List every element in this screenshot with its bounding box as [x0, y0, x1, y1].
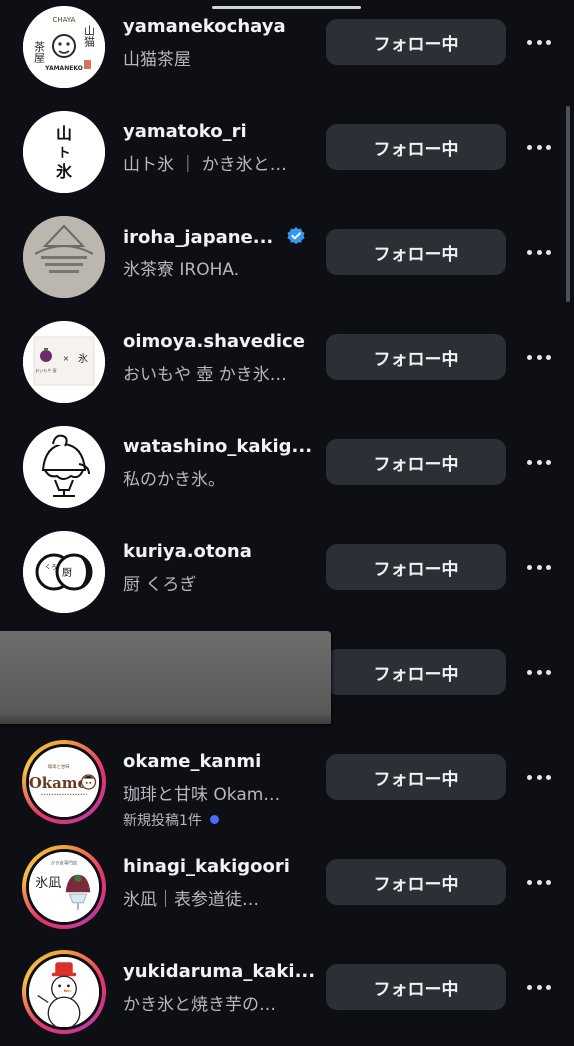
kuriya-logo-icon: くろ 厨: [23, 531, 105, 613]
logo-kanji: 厨: [62, 567, 72, 579]
following-button[interactable]: フォロー中: [326, 229, 506, 275]
username[interactable]: okame_kanmi: [123, 751, 261, 772]
yamatokori-logo-icon: 山 ト 氷: [23, 111, 105, 193]
avatar-with-story-ring[interactable]: [18, 946, 110, 1038]
avatar[interactable]: [23, 426, 105, 508]
logo-kanji: 氷: [78, 352, 88, 365]
avatar[interactable]: くろ 厨: [23, 531, 105, 613]
display-name: 珈琲と甘味 Okam…: [123, 785, 281, 805]
logo-mark: ×: [63, 354, 70, 363]
svg-text:くろ: くろ: [45, 564, 57, 571]
list-item[interactable]: かき氷専門店 氷凪 hinagi_kakigoori 氷凪｜表参道徒… フォロー…: [0, 836, 574, 941]
username[interactable]: yamatoko_ri: [123, 121, 247, 142]
following-button[interactable]: フォロー中: [326, 439, 506, 485]
following-button[interactable]: フォロー中: [326, 544, 506, 590]
hinagi-logo-icon: かき氷専門店 氷凪: [29, 852, 99, 922]
oimoya-logo-icon: おいもや 壺 × 氷: [23, 321, 105, 403]
display-name: 厨 くろぎ: [123, 575, 197, 595]
more-options-icon[interactable]: [524, 765, 554, 789]
iroha-logo-icon: [23, 216, 105, 298]
yamanekochaya-logo-icon: CHAYA 茶屋 山猫 YAMANEKO: [23, 6, 105, 88]
kakigori-illustration-icon: [23, 426, 105, 508]
username[interactable]: oimoya.shavedice: [123, 331, 305, 352]
logo-kanji: 氷凪: [35, 875, 61, 891]
following-list: CHAYA 茶屋 山猫 YAMANEKO yamanekochaya 山猫茶屋 …: [0, 0, 574, 1034]
display-name: 山ト氷 ｜ かき氷と…: [123, 155, 287, 175]
display-name: 氷凪｜表参道徒…: [123, 890, 259, 910]
list-item[interactable]: 山 ト 氷 yamatoko_ri 山ト氷 ｜ かき氷と… フォロー中: [0, 101, 574, 206]
avatar[interactable]: [23, 216, 105, 298]
more-options-icon[interactable]: [524, 450, 554, 474]
username-text[interactable]: iroha_japane...: [123, 227, 273, 248]
logo-bottom-text: YAMANEKO: [44, 65, 83, 72]
username[interactable]: watashino_kakig...: [123, 436, 312, 457]
scrollbar[interactable]: [566, 106, 570, 302]
avatar-with-story-ring[interactable]: かき氷専門店 氷凪: [18, 841, 110, 933]
list-item[interactable]: おいもや 壺 × 氷 oimoya.shavedice おいもや 壺 かき氷… …: [0, 311, 574, 416]
logo-arc-text: CHAYA: [53, 16, 76, 24]
logo-line1: 山: [56, 124, 72, 143]
more-options-icon[interactable]: [524, 30, 554, 54]
display-name: 山猫茶屋: [123, 50, 191, 70]
logo-right-text: 山猫: [83, 25, 96, 47]
logo-line2: ト: [57, 146, 70, 161]
new-post-text: 新規投稿1件: [123, 813, 202, 829]
logo-left-text: 茶屋: [33, 41, 46, 64]
list-item[interactable]: yukidaruma_kaki... かき氷と焼き芋の… フォロー中: [0, 941, 574, 1046]
following-button[interactable]: フォロー中: [326, 964, 506, 1010]
display-name: おいもや 壺 かき氷…: [123, 365, 287, 385]
following-button[interactable]: フォロー中: [326, 859, 506, 905]
avatar-with-story-ring[interactable]: 珈琲と甘味 Okame: [18, 736, 110, 828]
logo-line3: 氷: [56, 162, 73, 181]
more-options-icon[interactable]: [524, 240, 554, 264]
more-options-icon[interactable]: [524, 660, 554, 684]
list-item[interactable]: くろ 厨 kuriya.otona 厨 くろぎ フォロー中: [0, 521, 574, 626]
username[interactable]: yamanekochaya: [123, 16, 286, 37]
logo-word: Okame: [29, 774, 87, 792]
avatar[interactable]: おいもや 壺 × 氷: [23, 321, 105, 403]
new-post-dot-icon: [209, 815, 219, 824]
username[interactable]: yukidaruma_kaki...: [123, 961, 315, 982]
following-button[interactable]: フォロー中: [326, 754, 506, 800]
more-options-icon[interactable]: [524, 555, 554, 579]
display-name: 私のかき氷。: [123, 470, 225, 490]
snowman-logo-icon: [29, 957, 99, 1027]
following-button[interactable]: フォロー中: [326, 649, 506, 695]
more-options-icon[interactable]: [524, 870, 554, 894]
username[interactable]: hinagi_kakigoori: [123, 856, 290, 877]
following-button[interactable]: フォロー中: [326, 124, 506, 170]
display-name: 氷茶寮 IROHA.: [123, 260, 240, 280]
username[interactable]: kuriya.otona: [123, 541, 252, 562]
more-options-icon[interactable]: [524, 975, 554, 999]
list-item[interactable]: watashino_kakig... 私のかき氷。 フォロー中: [0, 416, 574, 521]
okame-logo-icon: 珈琲と甘味 Okame: [29, 747, 99, 817]
username[interactable]: iroha_japane...: [123, 226, 306, 248]
redaction-overlay: [0, 631, 331, 724]
following-button[interactable]: フォロー中: [326, 334, 506, 380]
display-name: かき氷と焼き芋の…: [123, 995, 276, 1015]
verified-badge-icon: [287, 227, 305, 245]
svg-text:おいもや 壺: おいもや 壺: [35, 367, 56, 373]
avatar[interactable]: 山 ト 氷: [23, 111, 105, 193]
new-post-indicator: 新規投稿1件: [123, 810, 219, 830]
list-item[interactable]: CHAYA 茶屋 山猫 YAMANEKO yamanekochaya 山猫茶屋 …: [0, 0, 574, 101]
more-options-icon[interactable]: [524, 345, 554, 369]
avatar[interactable]: CHAYA 茶屋 山猫 YAMANEKO: [23, 6, 105, 88]
following-button[interactable]: フォロー中: [326, 19, 506, 65]
list-item[interactable]: iroha_japane... 氷茶寮 IROHA. フォロー中: [0, 206, 574, 311]
list-item[interactable]: 珈琲と甘味 Okame okame_kanmi 珈琲と甘味 Okam… 新規投稿…: [0, 731, 574, 836]
more-options-icon[interactable]: [524, 135, 554, 159]
